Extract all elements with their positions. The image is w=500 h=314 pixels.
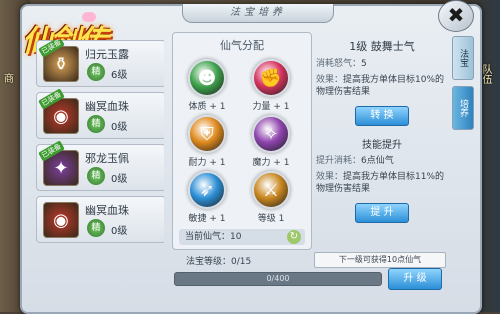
- upgrade-effect-label: 效果：: [316, 172, 344, 182]
- quality-badge: 精: [87, 167, 105, 185]
- attribute-0[interactable]: ☻ 体质 + 1: [179, 59, 235, 112]
- quality-badge: 精: [87, 63, 105, 81]
- treasure-item[interactable]: ◉ 已装备 幽冥血珠精 0级: [36, 88, 164, 139]
- window-title: 法宝培养: [182, 4, 334, 23]
- treasure-item[interactable]: ⚱ 已装备 归元玉露精 6级: [36, 40, 164, 87]
- attribute-panel: 仙气分配 ☻ 体质 + 1 ✊ 力量 + 1 ⛨ 耐力 + 1 ✧ 魔力 + 1 ➶ 敏捷 + 1…: [172, 32, 312, 250]
- treasure-list[interactable]: ⚱ 已装备 归元玉露精 6级 ◉ 已装备 幽冥血珠精 0级 ✦ 已装备 邪龙玉佩精 0级 ◉ 幽冥血珠精 0…: [36, 40, 164, 298]
- upgrade-cost: 提升消耗：6点仙气: [316, 155, 448, 167]
- treasure-name: 幽冥血珠: [85, 100, 129, 113]
- skill-cost: 消耗怒气：5: [316, 58, 448, 70]
- body-icon: ☻: [188, 59, 226, 97]
- exp-progress-text: 0/400: [266, 274, 290, 283]
- tab-train[interactable]: 培养: [452, 86, 474, 130]
- attribute-4[interactable]: ➶ 敏捷 + 1: [179, 171, 235, 224]
- convert-button[interactable]: 转 换: [355, 106, 409, 126]
- attribute-heading: 仙气分配: [220, 39, 264, 52]
- close-button[interactable]: ✖: [438, 0, 474, 32]
- logo-badge: [82, 12, 96, 22]
- next-level-hint: 下一级可获得10点仙气: [314, 252, 446, 268]
- attribute-label: 等级 1: [257, 214, 285, 224]
- upgrade-button[interactable]: 升 级: [388, 268, 442, 290]
- sword-icon: ⚔: [252, 171, 290, 209]
- magic-icon: ✧: [252, 115, 290, 153]
- attribute-label: 敏捷 + 1: [188, 214, 226, 224]
- treasure-level: 0级: [111, 174, 128, 185]
- tab-treasure[interactable]: 法宝: [452, 36, 474, 80]
- speed-icon: ➶: [188, 171, 226, 209]
- current-energy-label: 当前仙气：: [185, 232, 231, 242]
- current-energy: 当前仙气：10 ↻: [179, 229, 305, 245]
- arm-icon: ✊: [252, 59, 290, 97]
- refresh-icon[interactable]: ↻: [287, 230, 301, 244]
- treasure-name: 幽冥血珠: [85, 204, 129, 217]
- attribute-2[interactable]: ⛨ 耐力 + 1: [179, 115, 235, 168]
- blood-orb-icon: ◉: [43, 202, 79, 238]
- treasure-name: 归元玉露: [85, 48, 129, 61]
- attribute-label: 力量 + 1: [252, 102, 290, 112]
- shield-icon: ⛨: [188, 115, 226, 153]
- side-tabs: 法宝 培养: [452, 36, 474, 136]
- current-energy-value: 10: [230, 232, 242, 242]
- raise-button[interactable]: 提 升: [355, 203, 409, 223]
- exp-progress-bar: 0/400: [174, 272, 382, 286]
- attribute-label: 耐力 + 1: [188, 158, 226, 168]
- attribute-1[interactable]: ✊ 力量 + 1: [243, 59, 299, 112]
- treasure-level: 法宝等级：0/15: [186, 254, 251, 267]
- skill-effect: 效果：提高我方单体目标10%的物理伤害结果: [316, 74, 448, 98]
- close-icon: ✖: [447, 3, 465, 27]
- upgrade-effect: 效果：提高我方单体目标11%的物理伤害结果: [316, 171, 448, 195]
- treasure-level-value: 0/15: [231, 257, 252, 267]
- treasure-level: 0级: [111, 226, 128, 237]
- treasure-level: 6级: [111, 70, 128, 81]
- attribute-label: 魔力 + 1: [252, 158, 290, 168]
- skill-effect-label: 效果：: [316, 75, 344, 85]
- skill-title: 1级 鼓舞士气: [349, 40, 415, 53]
- quality-badge: 精: [87, 219, 105, 237]
- bg-shop-label: 商: [4, 74, 14, 85]
- attribute-5[interactable]: ⚔ 等级 1: [243, 171, 299, 224]
- treasure-item[interactable]: ◉ 幽冥血珠精 0级: [36, 196, 164, 243]
- attribute-label: 体质 + 1: [188, 102, 226, 112]
- quality-badge: 精: [87, 115, 105, 133]
- treasure-level: 0级: [111, 122, 128, 133]
- skill-cost-value: 5: [361, 59, 367, 69]
- skill-panel: 1级 鼓舞士气 消耗怒气：5 效果：提高我方单体目标10%的物理伤害结果 转 换…: [316, 32, 448, 252]
- skill-cost-label: 消耗怒气：: [316, 59, 362, 69]
- upgrade-cost-value: 6点仙气: [361, 156, 394, 166]
- treasure-level-label: 法宝等级：: [186, 257, 232, 267]
- treasure-name: 邪龙玉佩: [85, 152, 129, 165]
- treasure-item[interactable]: ✦ 已装备 邪龙玉佩精 0级: [36, 140, 164, 191]
- upgrade-cost-label: 提升消耗：: [316, 156, 362, 166]
- attribute-3[interactable]: ✧ 魔力 + 1: [243, 115, 299, 168]
- upgrade-header: 技能提升: [362, 140, 402, 151]
